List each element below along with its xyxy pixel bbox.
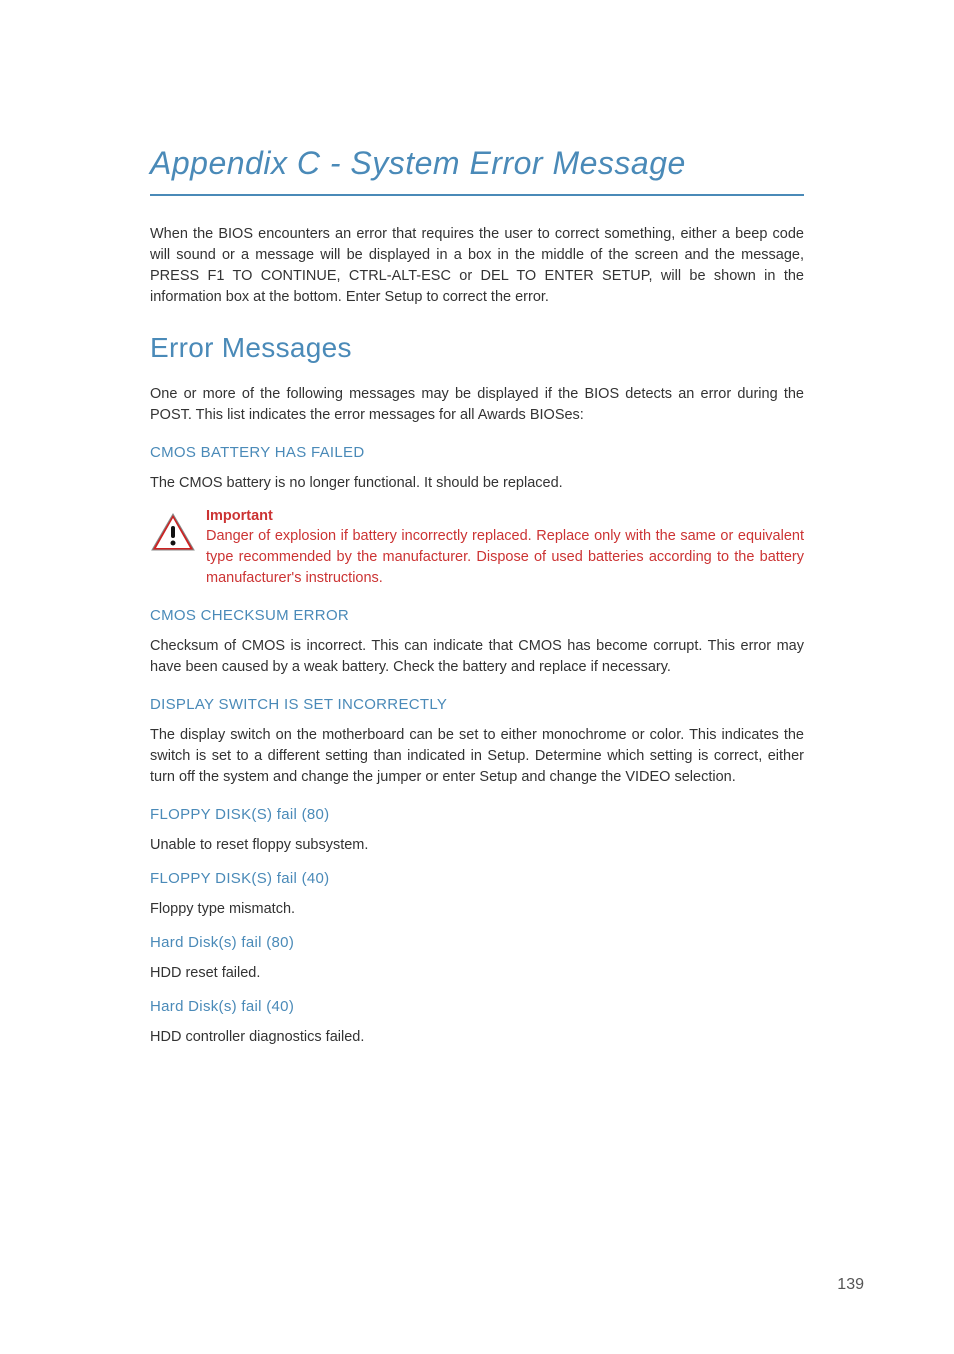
heading-floppy-80: FLOPPY DISK(S) fail (80) — [150, 806, 804, 823]
appendix-title: Appendix C - System Error Message — [150, 145, 804, 196]
heading-display-switch: DISPLAY SWITCH IS SET INCORRECTLY — [150, 696, 804, 713]
body-hd-40: HDD controller diagnostics failed. — [150, 1027, 804, 1048]
section-intro: One or more of the following messages ma… — [150, 384, 804, 426]
page-number: 139 — [837, 1276, 864, 1294]
heading-floppy-40: FLOPPY DISK(S) fail (40) — [150, 870, 804, 887]
body-floppy-40: Floppy type mismatch. — [150, 899, 804, 920]
body-display-switch: The display switch on the motherboard ca… — [150, 725, 804, 788]
page-content: Appendix C - System Error Message When t… — [0, 0, 954, 1048]
note-text: Danger of explosion if battery incorrect… — [206, 526, 804, 589]
important-note: Important Danger of explosion if battery… — [150, 508, 804, 589]
heading-cmos-checksum: CMOS CHECKSUM ERROR — [150, 607, 804, 624]
heading-hd-40: Hard Disk(s) fail (40) — [150, 998, 804, 1015]
body-hd-80: HDD reset failed. — [150, 963, 804, 984]
note-title: Important — [206, 508, 804, 524]
body-cmos-battery: The CMOS battery is no longer functional… — [150, 473, 804, 494]
note-content: Important Danger of explosion if battery… — [206, 508, 804, 589]
appendix-intro: When the BIOS encounters an error that r… — [150, 224, 804, 308]
warning-icon — [150, 512, 196, 552]
section-title-error-messages: Error Messages — [150, 332, 804, 364]
body-cmos-checksum: Checksum of CMOS is incorrect. This can … — [150, 636, 804, 678]
body-floppy-80: Unable to reset floppy subsystem. — [150, 835, 804, 856]
heading-cmos-battery: CMOS BATTERY HAS FAILED — [150, 444, 804, 461]
heading-hd-80: Hard Disk(s) fail (80) — [150, 934, 804, 951]
